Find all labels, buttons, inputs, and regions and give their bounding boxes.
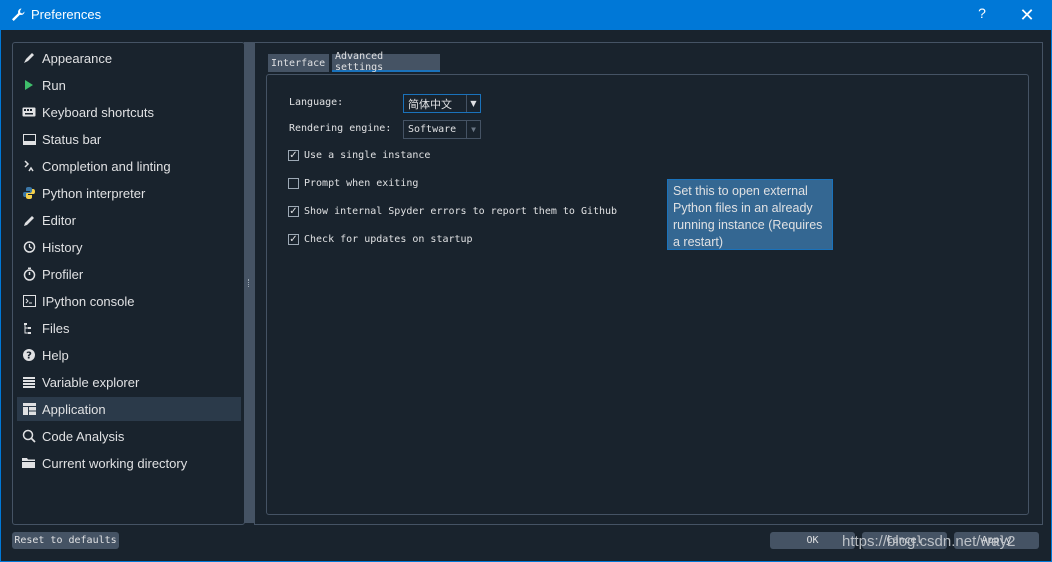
close-button[interactable]: ✕	[1016, 5, 1038, 25]
sidebar-item-label: Variable explorer	[42, 374, 140, 390]
sidebar-item-status-bar[interactable]: Status bar	[17, 127, 241, 151]
checkbox-label: Prompt when exiting	[304, 178, 419, 189]
chevron-down-icon: ▼	[466, 121, 480, 138]
sidebar-item-appearance[interactable]: Appearance	[17, 46, 241, 70]
table-icon	[21, 374, 37, 390]
python-icon	[21, 185, 37, 201]
single-instance-checkbox[interactable]: ✓ Use a single instance	[288, 150, 430, 161]
title-bar: Preferences ? ✕	[0, 0, 1052, 30]
checkbox-label: Check for updates on startup	[304, 234, 473, 245]
keyboard-icon	[21, 104, 37, 120]
tooltip: Set this to open external Python files i…	[667, 179, 833, 250]
help-button[interactable]: ?	[972, 5, 992, 25]
sidebar-item-profiler[interactable]: Profiler	[17, 262, 241, 286]
stopwatch-icon	[21, 266, 37, 282]
files-icon	[21, 320, 37, 336]
sidebar-item-ipython-console[interactable]: IPython console	[17, 289, 241, 313]
sidebar-item-label: Run	[42, 77, 66, 93]
checkbox-label: Show internal Spyder errors to report th…	[304, 206, 618, 217]
sidebar-item-keyboard-shortcuts[interactable]: Keyboard shortcuts	[17, 100, 241, 124]
sidebar-item-label: Current working directory	[42, 455, 188, 471]
preferences-sidebar: Appearance Run Keyboard shortcuts Status…	[12, 42, 245, 525]
rendering-engine-label: Rendering engine:	[289, 123, 392, 134]
svg-text:?: ?	[26, 351, 32, 362]
checkbox-box[interactable]: ✓	[288, 150, 299, 161]
sidebar-item-application[interactable]: Application	[17, 397, 241, 421]
language-value: 简体中文	[408, 97, 452, 111]
sidebar-item-label: Status bar	[42, 131, 102, 147]
sidebar-item-label: Editor	[42, 212, 76, 228]
history-icon	[21, 239, 37, 255]
help-icon: ?	[21, 347, 37, 363]
chevron-down-icon: ▼	[466, 95, 480, 112]
sidebar-item-label: History	[42, 239, 83, 255]
sidebar-item-files[interactable]: Files	[17, 316, 241, 340]
sidebar-item-label: Code Analysis	[42, 428, 125, 444]
tab-advanced-settings[interactable]: Advanced settings	[332, 51, 440, 73]
play-icon	[21, 77, 37, 93]
sidebar-item-label: Profiler	[42, 266, 84, 282]
sidebar-item-label: Keyboard shortcuts	[42, 104, 155, 120]
sidebar-item-variable-explorer[interactable]: Variable explorer	[17, 370, 241, 394]
checkbox-box[interactable]: ✓	[288, 234, 299, 245]
check-updates-checkbox[interactable]: ✓ Check for updates on startup	[288, 234, 473, 245]
sidebar-item-help[interactable]: ? Help	[17, 343, 241, 367]
checkbox-label: Use a single instance	[304, 150, 431, 161]
sidebar-item-label: IPython console	[42, 293, 135, 309]
sidebar-item-history[interactable]: History	[17, 235, 241, 259]
sidebar-item-python-interpreter[interactable]: Python interpreter	[17, 181, 241, 205]
window-title: Preferences	[31, 7, 102, 22]
splitter-handle[interactable]	[244, 42, 254, 523]
status-bar-icon	[21, 131, 37, 147]
language-label: Language:	[289, 97, 344, 108]
checkbox-box[interactable]: ✓	[288, 206, 299, 217]
rendering-engine-value: Software	[408, 124, 457, 135]
tab-content	[266, 74, 1029, 515]
console-icon	[21, 293, 37, 309]
sidebar-item-label: Python interpreter	[42, 185, 146, 201]
sidebar-item-code-analysis[interactable]: Code Analysis	[17, 424, 241, 448]
pencil-icon	[21, 212, 37, 228]
sidebar-item-label: Appearance	[42, 50, 113, 66]
application-icon	[21, 401, 37, 417]
code-analysis-icon	[21, 428, 37, 444]
sidebar-item-current-working-directory[interactable]: Current working directory	[17, 451, 241, 475]
tab-interface[interactable]: Interface	[268, 54, 329, 72]
pen-brush-icon	[21, 50, 37, 66]
sidebar-item-label: Completion and linting	[42, 158, 171, 174]
sidebar-item-label: Files	[42, 320, 70, 336]
reset-defaults-button[interactable]: Reset to defaults	[12, 532, 119, 549]
sidebar-item-run[interactable]: Run	[17, 73, 241, 97]
rendering-engine-select[interactable]: Software ▼	[403, 120, 481, 139]
prompt-exit-checkbox[interactable]: Prompt when exiting	[288, 178, 418, 189]
sidebar-item-editor[interactable]: Editor	[17, 208, 241, 232]
checkbox-box[interactable]	[288, 178, 299, 189]
watermark-text: https://blog.csdn.net/way2	[842, 533, 1016, 550]
completion-icon	[21, 158, 37, 174]
language-select[interactable]: 简体中文 ▼	[403, 94, 481, 113]
sidebar-item-label: Help	[42, 347, 69, 363]
show-errors-checkbox[interactable]: ✓ Show internal Spyder errors to report …	[288, 206, 617, 217]
splitter-grip	[248, 279, 251, 287]
wrench-icon	[9, 6, 27, 24]
sidebar-item-label: Application	[42, 401, 106, 417]
sidebar-item-completion-and-linting[interactable]: Completion and linting	[17, 154, 241, 178]
folder-icon	[21, 455, 37, 471]
